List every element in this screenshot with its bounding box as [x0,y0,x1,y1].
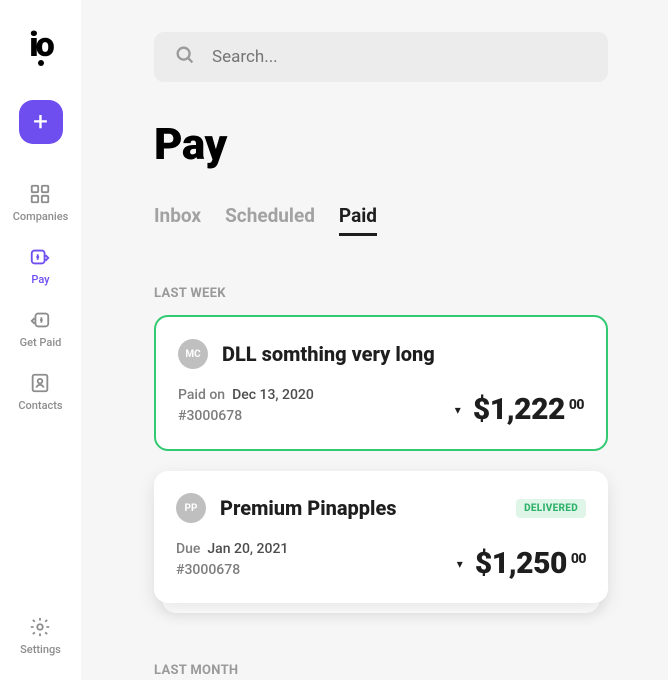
nav-label: Settings [20,643,61,656]
tab-paid[interactable]: Paid [339,204,377,236]
tab-scheduled[interactable]: Scheduled [225,204,315,236]
card-meta: Due Jan 20, 2021 #3000678 [176,539,288,581]
nav-label: Contacts [18,399,62,412]
tab-inbox[interactable]: Inbox [154,204,201,236]
card-amount: ▾ $1,22200 [455,392,584,427]
status-badge: DELIVERED [516,499,586,518]
nav-get-paid[interactable]: Get Paid [20,308,62,349]
nav-contacts[interactable]: Contacts [18,371,62,412]
section-label-last-month: LAST MONTH [154,663,608,678]
avatar: PP [176,493,206,523]
section-label-last-week: LAST WEEK [154,286,608,301]
gear-icon [28,615,52,639]
nav-pay[interactable]: Pay [28,245,52,286]
nav-label: Get Paid [20,336,62,349]
main-content: Pay Inbox Scheduled Paid LAST WEEK MC DL… [82,0,668,680]
grid-icon [28,182,52,206]
page-title: Pay [154,118,608,170]
nav-companies[interactable]: Companies [13,182,69,223]
nav-label: Pay [31,273,49,286]
payment-card[interactable]: MC DLL somthing very long Paid on Dec 13… [154,315,608,451]
pay-in-icon [28,308,52,332]
search-icon [174,44,196,70]
add-button[interactable]: + [19,100,63,144]
payment-card[interactable]: PP Premium Pinapples DELIVERED Due Jan 2… [154,471,608,603]
search-input[interactable] [212,47,588,67]
app-logo: io [29,28,51,62]
nav-settings[interactable]: Settings [20,615,61,656]
contacts-icon [28,371,52,395]
nav-label: Companies [13,210,69,223]
card-amount: ▾ $1,25000 [457,546,586,581]
search-bar[interactable] [154,32,608,82]
pay-out-icon [28,245,52,269]
card-title: Premium Pinapples [220,496,502,520]
chevron-down-icon[interactable]: ▾ [457,557,463,571]
avatar: MC [178,339,208,369]
card-meta: Paid on Dec 13, 2020 #3000678 [178,385,314,427]
card-title: DLL somthing very long [222,342,584,366]
tabs: Inbox Scheduled Paid [154,204,608,236]
chevron-down-icon[interactable]: ▾ [455,403,461,417]
plus-icon: + [33,107,48,137]
sidebar: io + Companies Pay Get Paid Contacts [0,0,82,680]
